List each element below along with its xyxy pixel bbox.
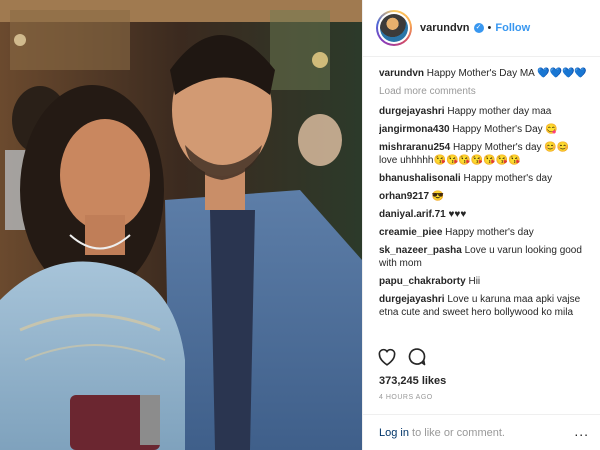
- comment-username[interactable]: sk_nazeer_pasha: [379, 245, 462, 256]
- header-username[interactable]: varundvn: [420, 22, 470, 34]
- comment-text: Happy Mother's Day 😋: [452, 124, 558, 135]
- comment-username[interactable]: jangirmona430: [379, 124, 450, 135]
- post-timestamp: 4 HOURS AGO: [379, 394, 433, 401]
- comment-text: Happy mother's day: [463, 173, 553, 184]
- follow-button[interactable]: Follow: [495, 22, 530, 34]
- comment-item: daniyal.arif.71 ♥♥♥: [379, 208, 589, 221]
- load-more-comments-link[interactable]: Load more comments: [379, 86, 589, 97]
- comment-username[interactable]: durgejayashri: [379, 106, 445, 117]
- caption-username[interactable]: varundvn: [379, 68, 424, 79]
- comment-item: durgejayashri Happy mother day maa: [379, 105, 589, 118]
- comment-username[interactable]: bhanushalisonali: [379, 173, 461, 184]
- comment-username[interactable]: durgejayashri: [379, 294, 445, 305]
- comment-container: durgejayashri Happy mother day maa jangir…: [379, 105, 589, 319]
- post-actions: [377, 347, 427, 367]
- more-options-icon[interactable]: ...: [574, 423, 589, 439]
- post-photo[interactable]: [0, 0, 362, 450]
- caption-text: Happy Mother's Day MA 💙💙💙💙: [426, 68, 587, 79]
- login-suffix: to like or comment.: [408, 426, 505, 439]
- comment-item: durgejayashri Love u karuna maa apki vaj…: [379, 293, 589, 319]
- comment-username[interactable]: mishraranu254: [379, 142, 450, 153]
- comment-text: Happy mother's day: [445, 227, 534, 238]
- login-link[interactable]: Log in: [379, 427, 409, 439]
- post-panel: varundvn ✓ • Follow varundvn Happy Mothe…: [362, 0, 600, 450]
- comment-item: jangirmona430 Happy Mother's Day 😋: [379, 123, 589, 136]
- avatar[interactable]: [376, 10, 412, 46]
- login-footer: Log in to like or comment. ...: [363, 414, 600, 450]
- comment-item: mishraranu254 Happy Mother's day 😊😊 love…: [379, 141, 589, 167]
- separator-dot: •: [487, 22, 492, 34]
- comment-item: papu_chakraborty Hii: [379, 275, 589, 288]
- comment-username[interactable]: orhan9217: [379, 191, 429, 202]
- comment-icon[interactable]: [407, 347, 427, 367]
- photo-illustration: [0, 0, 362, 450]
- comment-username[interactable]: daniyal.arif.71: [379, 209, 446, 220]
- comment-text: 😎: [431, 191, 445, 202]
- comment-item: bhanushalisonali Happy mother's day: [379, 172, 589, 185]
- likes-count[interactable]: 373,245 likes: [379, 375, 446, 387]
- comment-item: creamie_piee Happy mother's day: [379, 226, 589, 239]
- post-header: varundvn ✓ • Follow: [363, 0, 600, 57]
- comment-text: ♥♥♥: [448, 209, 467, 220]
- avatar-ring-inner: [378, 12, 410, 44]
- comment-item: sk_nazeer_pasha Love u varun looking goo…: [379, 244, 589, 270]
- comment-username[interactable]: creamie_piee: [379, 227, 442, 238]
- comments-list: varundvn Happy Mother's Day MA 💙💙💙💙 Load…: [379, 67, 589, 342]
- caption: varundvn Happy Mother's Day MA 💙💙💙💙: [379, 67, 589, 80]
- comment-text: Happy mother day maa: [447, 106, 552, 117]
- comment-text: Hii: [468, 276, 481, 287]
- heart-icon[interactable]: [377, 347, 397, 367]
- avatar-image: [380, 14, 408, 42]
- comment-item: orhan9217 😎: [379, 190, 589, 203]
- comment-username[interactable]: papu_chakraborty: [379, 276, 466, 287]
- verified-badge-icon: ✓: [473, 23, 484, 33]
